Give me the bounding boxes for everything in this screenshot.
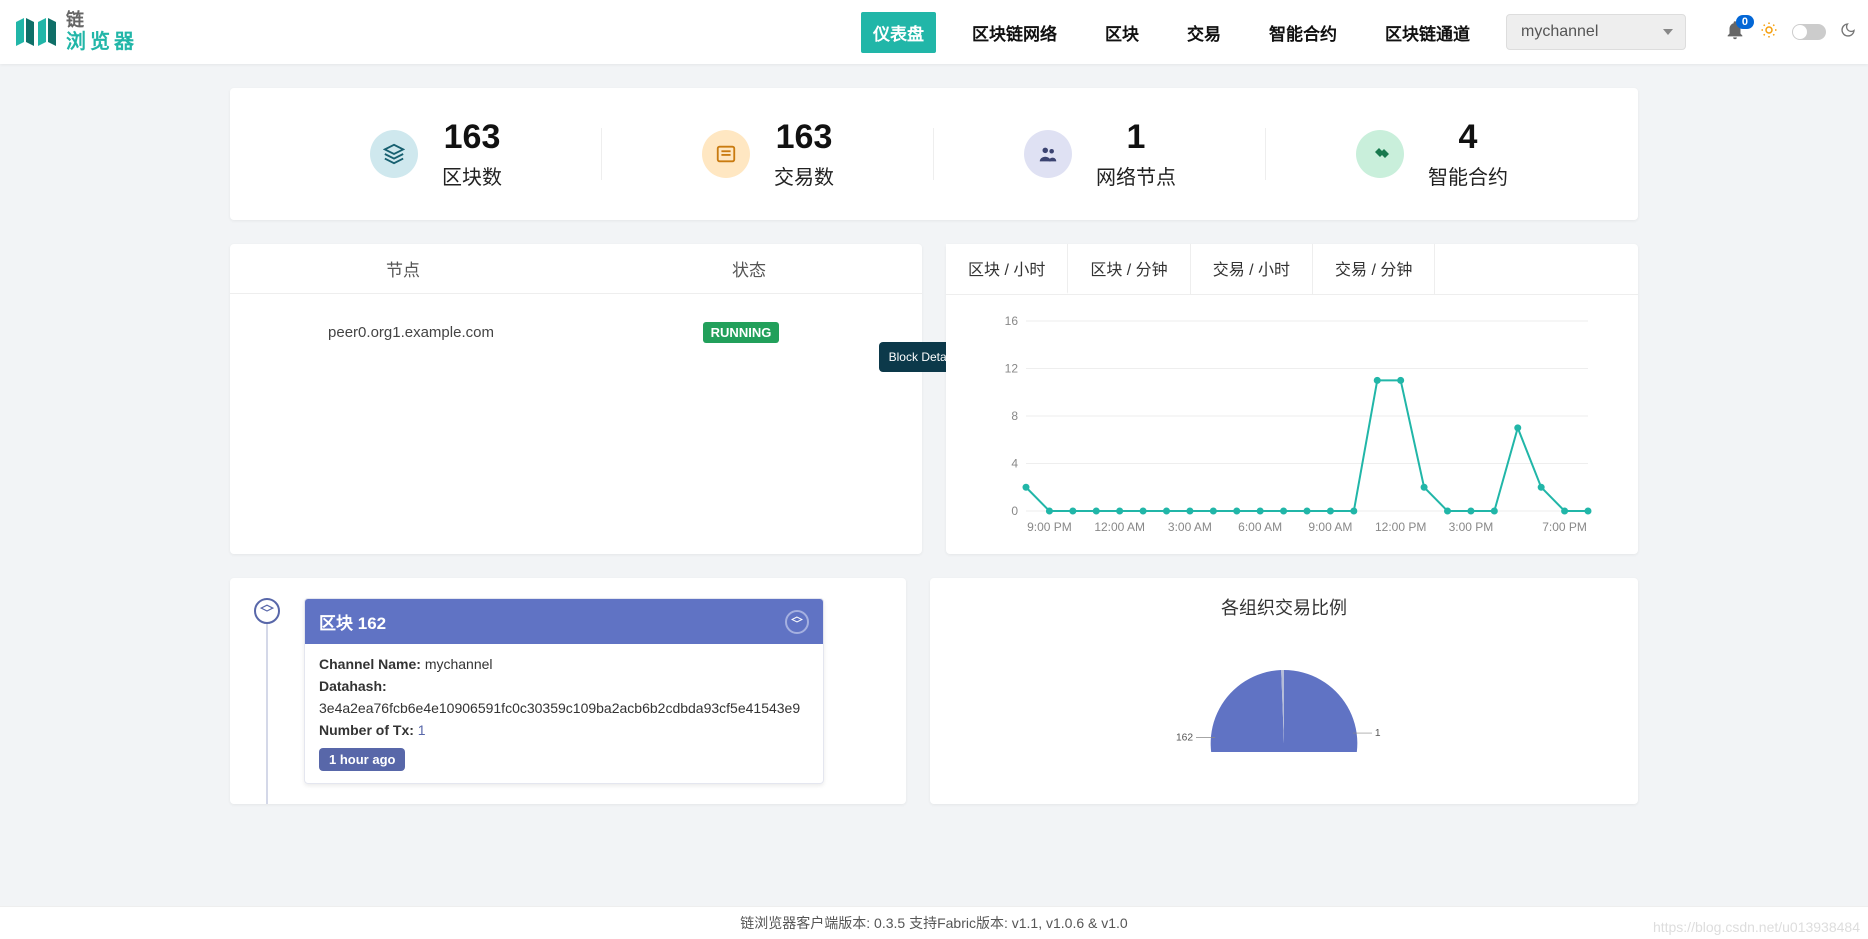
tab-tx-min[interactable]: 交易 / 分钟	[1313, 244, 1435, 294]
svg-text:9:00 AM: 9:00 AM	[1308, 520, 1352, 534]
stat-tx-label: 交易数	[774, 161, 834, 190]
bell-icon[interactable]: 0	[1724, 19, 1746, 46]
logo-icon	[12, 12, 58, 52]
stat-nodes-value: 1	[1096, 118, 1176, 157]
svg-text:3:00 PM: 3:00 PM	[1449, 520, 1494, 534]
peer-row[interactable]: peer0.org1.example.com RUNNING	[230, 294, 922, 371]
nav: 仪表盘 区块链网络 区块 交易 智能合约 区块链通道 mychannel 0	[861, 12, 1856, 53]
svg-text:7:00 PM: 7:00 PM	[1542, 520, 1587, 534]
theme-toggle[interactable]	[1792, 24, 1826, 40]
status-badge: RUNNING	[703, 322, 780, 343]
svg-text:0: 0	[1011, 504, 1018, 518]
list-icon	[702, 130, 750, 178]
svg-text:162: 162	[1176, 732, 1193, 743]
bell-badge: 0	[1736, 15, 1754, 29]
svg-text:12:00 AM: 12:00 AM	[1094, 520, 1145, 534]
handshake-icon	[1356, 130, 1404, 178]
pie-chart: 1621	[1174, 632, 1394, 752]
svg-text:4: 4	[1011, 457, 1018, 471]
channel-value: mychannel	[425, 656, 493, 672]
footer: 链浏览器客户端版本: 0.3.5 支持Fabric版本: v1.1, v1.0.…	[0, 906, 1868, 939]
svg-text:9:00 PM: 9:00 PM	[1027, 520, 1072, 534]
stat-tx: 163 交易数	[602, 118, 934, 190]
channel-label: Channel Name:	[319, 656, 421, 672]
svg-text:16: 16	[1005, 314, 1019, 328]
block-card[interactable]: 区块 162 Channel Name: mychannel Datahash:…	[304, 598, 824, 784]
tab-blocks-hour[interactable]: 区块 / 小时	[946, 244, 1068, 294]
block-number: 162	[358, 614, 386, 633]
stat-nodes-label: 网络节点	[1096, 161, 1176, 190]
cube-icon	[370, 130, 418, 178]
svg-text:12: 12	[1005, 362, 1019, 376]
stat-blocks: 163 区块数	[270, 118, 602, 190]
nav-network[interactable]: 区块链网络	[960, 12, 1069, 53]
peer-table-card: 节点 状态 peer0.org1.example.com RUNNING Blo…	[230, 244, 922, 554]
stat-blocks-value: 163	[442, 118, 502, 157]
svg-text:12:00 PM: 12:00 PM	[1375, 520, 1426, 534]
nav-blocks[interactable]: 区块	[1093, 12, 1151, 53]
watermark: https://blog.csdn.net/u013938484	[1653, 919, 1860, 935]
nav-transactions[interactable]: 交易	[1175, 12, 1233, 53]
sun-icon	[1760, 21, 1778, 44]
nav-channels[interactable]: 区块链通道	[1373, 12, 1482, 53]
tab-blocks-min[interactable]: 区块 / 分钟	[1068, 244, 1190, 294]
chart-card: 区块 / 小时 区块 / 分钟 交易 / 小时 交易 / 分钟 0 4 8 12 16 9…	[946, 244, 1638, 554]
peer-name: peer0.org1.example.com	[246, 324, 576, 341]
svg-text:1: 1	[1375, 728, 1381, 739]
stat-chaincodes: 4 智能合约	[1266, 118, 1598, 190]
stat-nodes: 1 网络节点	[934, 118, 1266, 190]
block-title-prefix: 区块	[319, 614, 353, 633]
datahash-value: 3e4a2ea76fcb6e4e10906591fc0c30359c109ba2…	[319, 700, 809, 716]
svg-text:6:00 AM: 6:00 AM	[1238, 520, 1282, 534]
time-chip: 1 hour ago	[319, 748, 405, 771]
logo-title-line2: 浏览器	[66, 31, 138, 53]
stat-tx-value: 163	[774, 118, 834, 157]
logo: 链 浏览器	[12, 11, 138, 53]
moon-icon	[1840, 22, 1856, 43]
nav-dashboard[interactable]: 仪表盘	[861, 12, 936, 53]
tab-tx-hour[interactable]: 交易 / 小时	[1191, 244, 1313, 294]
nav-chaincodes[interactable]: 智能合约	[1257, 12, 1349, 53]
pie-card: 各组织交易比例 1621	[930, 578, 1638, 804]
timeline-marker-icon	[254, 598, 280, 624]
header: 链 浏览器 仪表盘 区块链网络 区块 交易 智能合约 区块链通道 mychann…	[0, 0, 1868, 64]
tx-count-value[interactable]: 1	[418, 722, 426, 738]
logo-title-line1: 链	[66, 11, 138, 31]
users-icon	[1024, 130, 1072, 178]
stat-chaincodes-value: 4	[1428, 118, 1508, 157]
stat-blocks-label: 区块数	[442, 161, 502, 190]
timeline-card: 区块 162 Channel Name: mychannel Datahash:…	[230, 578, 906, 804]
svg-text:8: 8	[1011, 409, 1018, 423]
line-chart: 0 4 8 12 16 9:00 PM 12:00 AM 3:00 AM 6:00 AM 9:00…	[962, 311, 1622, 541]
svg-text:3:00 AM: 3:00 AM	[1168, 520, 1212, 534]
peer-col-node: 节点	[230, 244, 576, 293]
stat-chaincodes-label: 智能合约	[1428, 161, 1508, 190]
peer-col-status: 状态	[576, 244, 922, 293]
tx-count-label: Number of Tx:	[319, 722, 414, 738]
datahash-label: Datahash:	[319, 678, 387, 694]
block-ring-icon	[785, 610, 809, 634]
channel-select[interactable]: mychannel	[1506, 14, 1686, 50]
stats-card: 163 区块数 163 交易数 1 网络节点	[230, 88, 1638, 220]
pie-title: 各组织交易比例	[946, 594, 1622, 620]
